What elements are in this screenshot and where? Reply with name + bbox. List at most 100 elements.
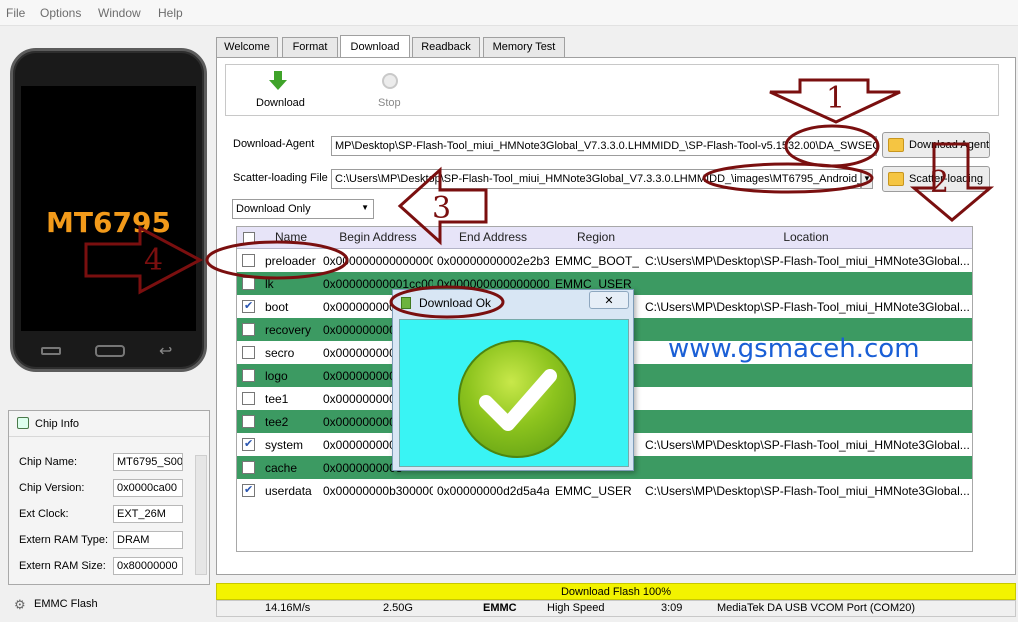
download-arrow-icon <box>274 71 282 80</box>
chip-info-title: Chip Info <box>35 418 80 430</box>
menu-file[interactable]: File <box>6 6 25 20</box>
cell-location: C:\Users\MP\Desktop\SP-Flash-Tool_miui_H… <box>645 300 969 314</box>
stop-button[interactable]: Stop <box>372 69 408 113</box>
chip-info-icon <box>17 417 29 429</box>
toolbar: Download Stop <box>225 64 999 116</box>
gear-icon: ⚙ <box>14 597 26 612</box>
download-agent-label: Download-Agent <box>233 138 315 150</box>
download-mode-value: Download Only <box>236 203 311 215</box>
tab-welcome[interactable]: Welcome <box>216 37 278 57</box>
cell-name: preloader <box>265 254 316 268</box>
tab-memory-test[interactable]: Memory Test <box>483 37 565 57</box>
home-key-icon <box>95 345 125 357</box>
menu-help[interactable]: Help <box>158 6 183 20</box>
download-ok-dialog: Download Ok ✕ <box>392 289 634 471</box>
cell-location: C:\Users\MP\Desktop\SP-Flash-Tool_miui_H… <box>645 254 969 268</box>
chip-version-field: 0x0000ca00 <box>113 479 183 497</box>
row-checkbox[interactable] <box>242 369 255 382</box>
ram-size-label: Extern RAM Size: <box>19 560 106 572</box>
back-key-icon: ↩ <box>159 343 173 360</box>
cell-begin: 0x00000000b3000000 <box>323 484 433 498</box>
cell-begin: 0x0000000000000000 <box>323 254 433 268</box>
chip-info-scrollbar[interactable] <box>195 455 207 575</box>
ext-clock-field: EXT_26M <box>113 505 183 523</box>
tab-download[interactable]: Download <box>340 35 410 58</box>
row-checkbox[interactable] <box>242 300 255 313</box>
cell-name: logo <box>265 369 288 383</box>
status-mode: High Speed <box>547 602 605 614</box>
progress-bar: Download Flash 100% <box>216 583 1016 600</box>
col-region[interactable]: Region <box>551 230 641 244</box>
row-checkbox[interactable] <box>242 392 255 405</box>
row-checkbox[interactable] <box>242 323 255 336</box>
row-checkbox[interactable] <box>242 461 255 474</box>
scatter-label: Scatter-loading File <box>233 172 328 184</box>
table-header: Name Begin Address End Address Region Lo… <box>237 227 972 249</box>
status-port: MediaTek DA USB VCOM Port (COM20) <box>717 602 916 614</box>
row-checkbox[interactable] <box>242 346 255 359</box>
cell-name: secro <box>265 346 295 360</box>
col-end[interactable]: End Address <box>435 230 551 244</box>
folder-icon <box>888 138 904 152</box>
row-checkbox[interactable] <box>242 415 255 428</box>
table-row[interactable]: userdata 0x00000000b3000000 0x00000000d2d5… <box>237 479 972 502</box>
row-checkbox[interactable] <box>242 438 255 451</box>
phone-chip-name: MT6795 <box>46 206 171 239</box>
status-bar: 14.16M/s 2.50G EMMC High Speed 3:09 Medi… <box>216 600 1016 617</box>
phone-screen: MT6795 <box>21 86 196 331</box>
download-agent-field[interactable]: MP\Desktop\SP-Flash-Tool_miui_HMNote3Glo… <box>331 136 877 156</box>
chip-name-field: MT6795_S00 <box>113 453 183 471</box>
phone-image: BM MT6795 ↩ <box>10 48 207 372</box>
col-name[interactable]: Name <box>261 230 321 244</box>
download-mode-select[interactable]: Download Only ▼ <box>232 199 374 219</box>
emmc-flash-label: EMMC Flash <box>34 598 98 610</box>
row-checkbox[interactable] <box>242 277 255 290</box>
cell-name: tee2 <box>265 415 289 429</box>
menu-window[interactable]: Window <box>98 6 141 20</box>
chip-version-label: Chip Version: <box>19 482 85 494</box>
cell-name: system <box>265 438 304 452</box>
chip-name-label: Chip Name: <box>19 456 78 468</box>
row-checkbox[interactable] <box>242 254 255 267</box>
cell-name: lk <box>265 277 274 291</box>
scatter-loading-button[interactable]: Scatter-loading <box>882 166 990 192</box>
emmc-flash-panel[interactable]: ⚙ EMMC Flash <box>8 590 210 618</box>
chip-info-panel: Chip Info Chip Name: MT6795_S00 Chip Ver… <box>8 410 210 585</box>
cell-name: boot <box>265 300 289 314</box>
chip-info-header: Chip Info <box>9 411 209 437</box>
col-location[interactable]: Location <box>641 230 971 244</box>
cell-region: EMMC_USER <box>555 484 632 498</box>
download-button[interactable]: Download <box>248 69 308 113</box>
col-begin[interactable]: Begin Address <box>321 230 435 244</box>
cell-name: userdata <box>265 484 312 498</box>
stop-icon <box>382 73 398 89</box>
cell-name: cache <box>265 461 298 475</box>
row-checkbox[interactable] <box>242 484 255 497</box>
dialog-app-icon <box>401 297 411 309</box>
watermark-text: www.gsmaceh.com <box>668 334 920 364</box>
cell-end: 0x00000000d2d5a4ab <box>437 484 549 498</box>
progress-text: Download Flash 100% <box>560 586 672 598</box>
stop-button-label: Stop <box>378 97 401 109</box>
tab-format[interactable]: Format <box>282 37 338 57</box>
menu-options[interactable]: Options <box>40 6 81 20</box>
scatter-dropdown-arrow-icon[interactable]: ▼ <box>861 169 873 189</box>
dialog-body <box>399 319 629 467</box>
dialog-close-button[interactable]: ✕ <box>589 291 629 309</box>
select-all-checkbox[interactable] <box>243 232 255 244</box>
status-size: 2.50G <box>383 602 413 614</box>
ext-clock-label: Ext Clock: <box>19 508 69 520</box>
folder-icon <box>888 172 904 186</box>
scatter-loading-button-label: Scatter-loading <box>909 173 983 185</box>
status-time: 3:09 <box>661 602 683 614</box>
download-button-label: Download <box>256 97 305 109</box>
download-agent-button[interactable]: Download Agent <box>882 132 990 158</box>
cell-name: tee1 <box>265 392 289 406</box>
tab-readback[interactable]: Readback <box>412 37 480 57</box>
table-row[interactable]: preloader 0x0000000000000000 0x00000000002… <box>237 249 972 272</box>
cell-name: recovery <box>265 323 312 337</box>
scatter-file-field[interactable]: C:\Users\MP\Desktop\SP-Flash-Tool_miui_H… <box>331 169 861 189</box>
menu-bar: File Options Window Help <box>0 0 1018 26</box>
download-agent-button-label: Download Agent <box>909 139 990 151</box>
cell-region: EMMC_BOOT_1 <box>555 254 639 268</box>
